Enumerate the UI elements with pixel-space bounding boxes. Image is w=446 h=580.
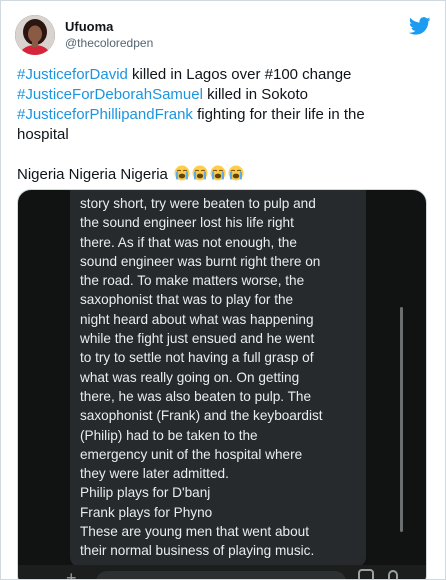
chat-line: there. As if that was not enough, the xyxy=(80,234,297,250)
tweet-line-text: killed in Sokoto xyxy=(202,86,308,103)
loudly-crying-face-icon xyxy=(192,165,208,181)
author-info: Ufuoma @thecoloredpen xyxy=(65,19,153,51)
twitter-bird-icon[interactable] xyxy=(409,17,431,35)
chat-line: their normal business of playing music. xyxy=(80,543,315,559)
chat-line: (Philip) had to be taken to the xyxy=(80,427,258,443)
chat-line: there, he was also beaten to pulp. The xyxy=(80,388,312,404)
chat-line: the road. To make matters worse, the xyxy=(80,273,305,289)
plus-icon: + xyxy=(66,568,77,580)
tweet-line-text: killed in Lagos over #100 change xyxy=(127,66,352,83)
tweet-text: #JusticeforDavid killed in Lagos over #1… xyxy=(17,65,427,185)
chat-line: they were later admitted. xyxy=(80,466,229,482)
tweet-header: Ufuoma @thecoloredpen xyxy=(15,15,433,59)
chat-line: These are young men that went about xyxy=(80,524,309,540)
chat-line: night heard about what was happening xyxy=(80,311,314,327)
chat-line: emergency unit of the hospital where xyxy=(80,446,303,462)
chat-line: while the fight just ensued and he went xyxy=(80,331,315,347)
chat-line: Frank plays for Phyno xyxy=(80,504,213,520)
chat-line: story short, try were beaten to pulp and xyxy=(80,196,316,211)
chat-line: the sound engineer lost his life right xyxy=(80,215,294,231)
tweet-line: hospital xyxy=(17,125,427,145)
chat-line: saxophonist that was to play for the xyxy=(80,292,294,308)
chat-line: what was really going on. On getting xyxy=(80,369,300,385)
tweet-line: #JusticeforPhillipandFrank fighting for … xyxy=(17,105,427,125)
chat-line: sound engineer was burnt right there on xyxy=(80,253,321,269)
chat-line: Philip plays for D'banj xyxy=(80,485,211,501)
tweet-closing-text: Nigeria Nigeria Nigeria xyxy=(17,166,168,183)
tweet-closing-line: Nigeria Nigeria Nigeria xyxy=(17,165,427,185)
avatar[interactable] xyxy=(15,15,55,55)
hashtag-link[interactable]: #JusticeforDavid xyxy=(17,66,128,83)
chat-input-bar: + xyxy=(18,565,426,580)
loudly-crying-face-icon xyxy=(228,165,244,181)
tweet-line: #JusticeforDavid killed in Lagos over #1… xyxy=(17,65,427,85)
tweet-line: #JusticeForDeborahSamuel killed in Sokot… xyxy=(17,85,427,105)
author-handle[interactable]: @thecoloredpen xyxy=(65,35,153,51)
tweet-card[interactable]: Ufuoma @thecoloredpen #JusticeforDavid k… xyxy=(0,0,446,580)
emoji-row xyxy=(172,165,244,183)
loudly-crying-face-icon xyxy=(210,165,226,181)
message-input xyxy=(96,571,346,579)
chat-line: to try to settle not having a full grasp… xyxy=(80,350,314,366)
chat-line: saxophonist (Frank) and the keyboardist xyxy=(80,408,323,424)
loudly-crying-face-icon xyxy=(174,165,190,181)
hashtag-link[interactable]: #JusticeForDeborahSamuel xyxy=(17,86,203,103)
tweet-line-text: fighting for their life in the xyxy=(192,106,365,123)
scrollbar xyxy=(400,307,403,532)
hashtag-link[interactable]: #JusticeforPhillipandFrank xyxy=(17,106,193,123)
author-display-name[interactable]: Ufuoma xyxy=(65,19,153,35)
tweet-media-screenshot[interactable]: story short, try were beaten to pulp and… xyxy=(17,189,427,580)
tweet-line-text: hospital xyxy=(17,126,69,143)
microphone-icon xyxy=(388,570,398,579)
chat-message-text: story short, try were beaten to pulp and… xyxy=(80,194,364,579)
camera-icon xyxy=(358,569,374,579)
